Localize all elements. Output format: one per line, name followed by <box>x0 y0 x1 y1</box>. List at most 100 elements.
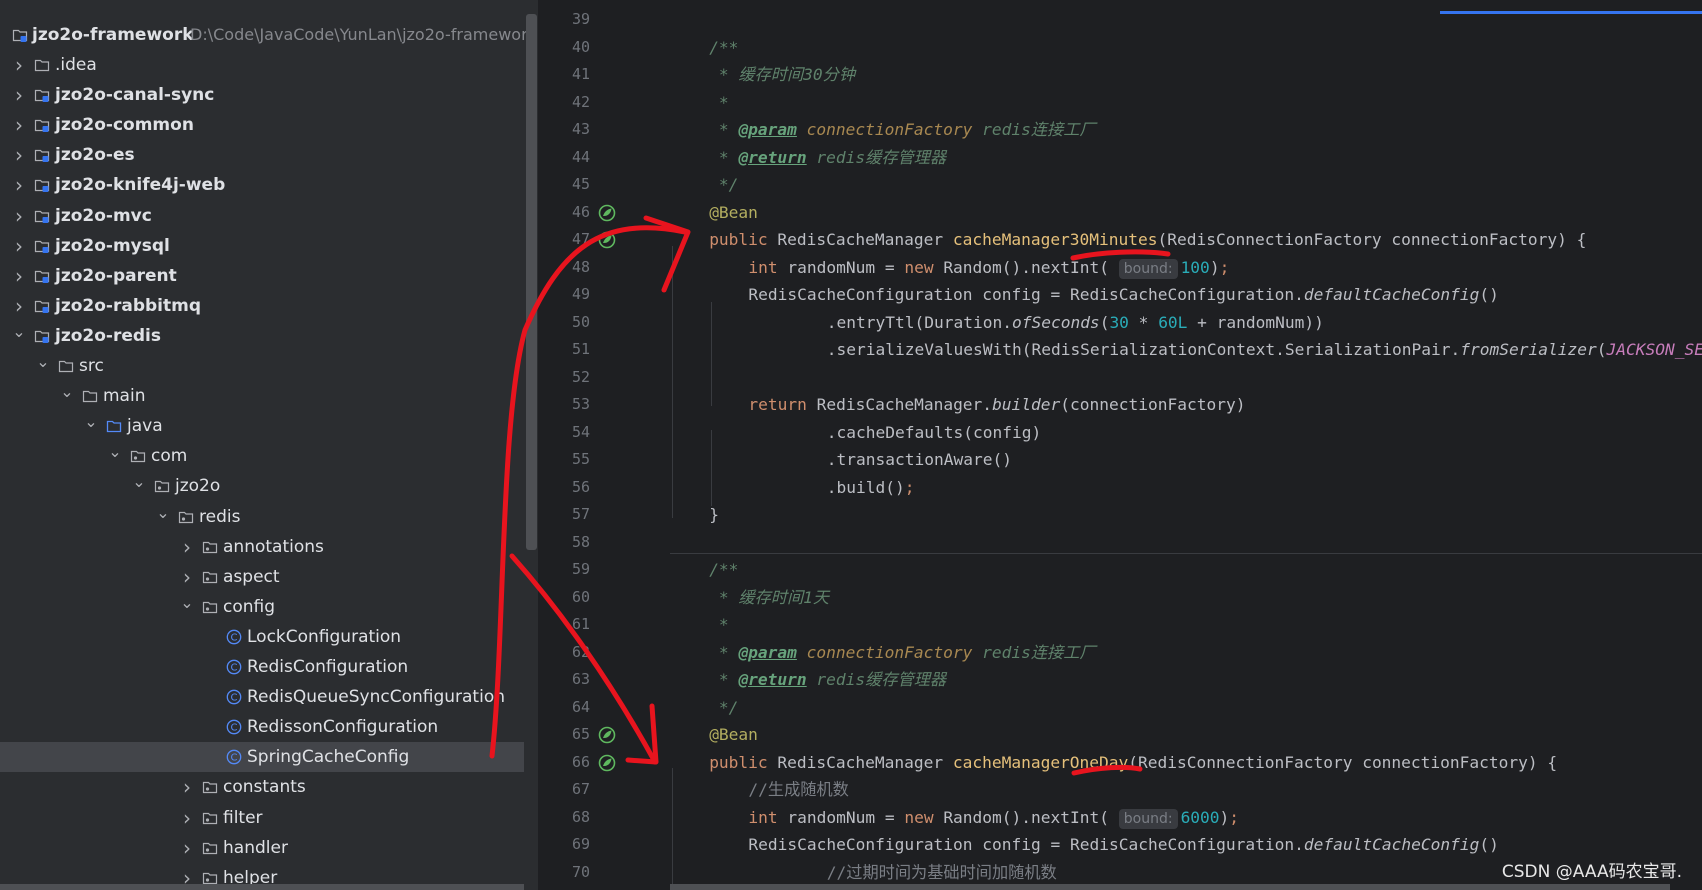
code-line[interactable]: .entryTtl(Duration.ofSeconds(30 * 60L + … <box>827 309 1324 337</box>
tree-root-item[interactable]: jzo2o-framework D:\Code\JavaCode\YunLan\… <box>0 20 537 50</box>
tree-item-label: config <box>223 596 276 617</box>
tree-item[interactable]: C RedisQueueSyncConfiguration <box>0 682 524 712</box>
chevron-right-icon[interactable]: › <box>12 140 26 170</box>
tree-item[interactable]: › .idea <box>0 50 524 80</box>
line-number: 60 <box>571 587 590 606</box>
tree-item[interactable]: ⌄ jzo2o <box>0 471 524 501</box>
code-line[interactable]: @Bean <box>709 199 758 227</box>
tree-item[interactable]: ⌄ java <box>0 411 524 441</box>
code-line[interactable]: .serializeValuesWith(RedisSerializationC… <box>827 336 1702 364</box>
indent-guide <box>711 302 712 406</box>
code-line[interactable]: */ <box>709 171 739 199</box>
chevron-down-icon[interactable]: ⌄ <box>108 437 122 467</box>
chevron-right-icon[interactable]: › <box>12 80 26 110</box>
code-editor[interactable]: /** * 缓存时间30分钟 * * @param connectionFact… <box>670 0 1702 890</box>
code-line[interactable]: * @param connectionFactory redis连接工厂 <box>709 116 1096 144</box>
code-line[interactable]: int randomNum = new Random().nextInt( bo… <box>748 254 1229 282</box>
code-line[interactable]: * 缓存时间30分钟 <box>709 61 855 89</box>
code-line[interactable]: * @param connectionFactory redis连接工厂 <box>709 639 1096 667</box>
tree-item[interactable]: › aspect <box>0 562 524 592</box>
tree-item-label: jzo2o-rabbitmq <box>55 295 201 316</box>
tree-item[interactable]: ⌄ redis <box>0 502 524 532</box>
code-line[interactable]: * <box>709 611 729 639</box>
tree-item[interactable]: › jzo2o-parent <box>0 261 524 291</box>
code-line[interactable]: //生成随机数 <box>748 776 848 804</box>
tree-item[interactable]: ⌄ com <box>0 441 524 471</box>
tree-item[interactable]: › handler <box>0 833 524 863</box>
chevron-right-icon[interactable]: › <box>12 261 26 291</box>
chevron-down-icon[interactable]: ⌄ <box>36 347 50 377</box>
chevron-down-icon[interactable]: ⌄ <box>60 377 74 407</box>
tree-item[interactable]: › constants <box>0 772 524 802</box>
tree-item[interactable]: C RedisConfiguration <box>0 652 524 682</box>
tree-item[interactable]: C RedissonConfiguration <box>0 712 524 742</box>
tree-item-label: jzo2o <box>175 476 221 497</box>
tree-item[interactable]: C LockConfiguration <box>0 622 524 652</box>
code-line[interactable]: * @return redis缓存管理器 <box>709 666 946 694</box>
java-class-icon: C <box>226 659 242 675</box>
tree-horizontal-scrollbar[interactable] <box>0 884 524 890</box>
code-line[interactable]: * @return redis缓存管理器 <box>709 144 946 172</box>
code-line[interactable]: return RedisCacheManager.builder(connect… <box>748 391 1245 419</box>
code-line[interactable]: * <box>709 89 729 117</box>
code-line[interactable]: //过期时间为基础时间加随机数 <box>827 859 1057 887</box>
code-line[interactable]: int randomNum = new Random().nextInt( bo… <box>748 804 1239 832</box>
code-line[interactable]: .cacheDefaults(config) <box>827 419 1041 447</box>
code-line[interactable]: public RedisCacheManager cacheManagerOne… <box>709 749 1557 777</box>
tree-item[interactable]: ⌄ jzo2o-redis <box>0 321 524 351</box>
code-token: RedisCacheManager. <box>816 395 993 414</box>
spring-bean-icon[interactable] <box>598 726 616 744</box>
tree-item[interactable]: ⌄ config <box>0 592 524 622</box>
chevron-down-icon[interactable]: ⌄ <box>132 467 146 497</box>
tree-item-label: jzo2o-common <box>55 115 194 136</box>
chevron-down-icon[interactable]: ⌄ <box>180 588 194 618</box>
chevron-right-icon[interactable]: › <box>180 833 194 863</box>
tree-vertical-scrollbar[interactable] <box>526 14 537 550</box>
parameter-hint: bound: <box>1118 808 1178 829</box>
chevron-down-icon[interactable]: ⌄ <box>156 498 170 528</box>
code-line[interactable]: public RedisCacheManager cacheManager30M… <box>709 226 1586 254</box>
tree-item[interactable]: › jzo2o-mysql <box>0 231 524 261</box>
code-line[interactable]: */ <box>709 694 739 722</box>
svg-text:C: C <box>231 693 238 704</box>
code-token: + randomNum)) <box>1187 312 1324 332</box>
tree-item[interactable]: C SpringCacheConfig <box>0 742 524 773</box>
chevron-right-icon[interactable]: › <box>12 50 26 80</box>
code-line[interactable]: RedisCacheConfiguration config = RedisCa… <box>748 831 1498 859</box>
code-line[interactable]: /** <box>709 34 738 62</box>
package-icon <box>130 451 146 463</box>
spring-bean-icon[interactable] <box>598 754 616 772</box>
module-folder-icon <box>34 210 50 223</box>
code-line[interactable]: .transactionAware() <box>827 446 1012 474</box>
code-line[interactable]: } <box>709 501 719 529</box>
tree-item[interactable]: › jzo2o-canal-sync <box>0 80 524 110</box>
tree-item[interactable]: › jzo2o-es <box>0 140 524 170</box>
tree-item[interactable]: ⌄ src <box>0 351 524 381</box>
chevron-down-icon[interactable]: ⌄ <box>12 317 26 347</box>
chevron-right-icon[interactable]: › <box>12 201 26 231</box>
tree-item[interactable]: › jzo2o-mvc <box>0 201 524 231</box>
code-line[interactable]: .build(); <box>827 474 915 502</box>
tree-item[interactable]: › annotations <box>0 532 524 562</box>
code-line[interactable]: RedisCacheConfiguration config = RedisCa… <box>748 281 1498 309</box>
code-line[interactable]: @Bean <box>709 721 758 749</box>
editor-horizontal-scrollbar[interactable] <box>670 884 1670 890</box>
chevron-right-icon[interactable]: › <box>180 772 194 802</box>
chevron-right-icon[interactable]: › <box>12 110 26 140</box>
spring-bean-icon[interactable] <box>598 204 616 222</box>
chevron-right-icon[interactable]: › <box>12 231 26 261</box>
tree-item[interactable]: › jzo2o-knife4j-web <box>0 170 524 200</box>
tree-item[interactable]: › jzo2o-rabbitmq <box>0 291 524 321</box>
spring-bean-icon[interactable] <box>598 231 616 249</box>
code-line[interactable]: /** <box>709 556 738 584</box>
tree-item[interactable]: › jzo2o-common <box>0 110 524 140</box>
tree-item[interactable]: › filter <box>0 803 524 833</box>
chevron-right-icon[interactable]: › <box>12 170 26 200</box>
chevron-down-icon[interactable]: ⌄ <box>84 407 98 437</box>
tree-item[interactable]: ⌄ main <box>0 381 524 411</box>
code-token: * 缓存时间30分钟 <box>709 65 856 84</box>
code-line[interactable]: * 缓存时间1天 <box>709 584 829 612</box>
code-token: @param <box>738 642 797 662</box>
chevron-right-icon[interactable]: › <box>180 803 194 833</box>
chevron-right-icon[interactable]: › <box>180 532 194 562</box>
